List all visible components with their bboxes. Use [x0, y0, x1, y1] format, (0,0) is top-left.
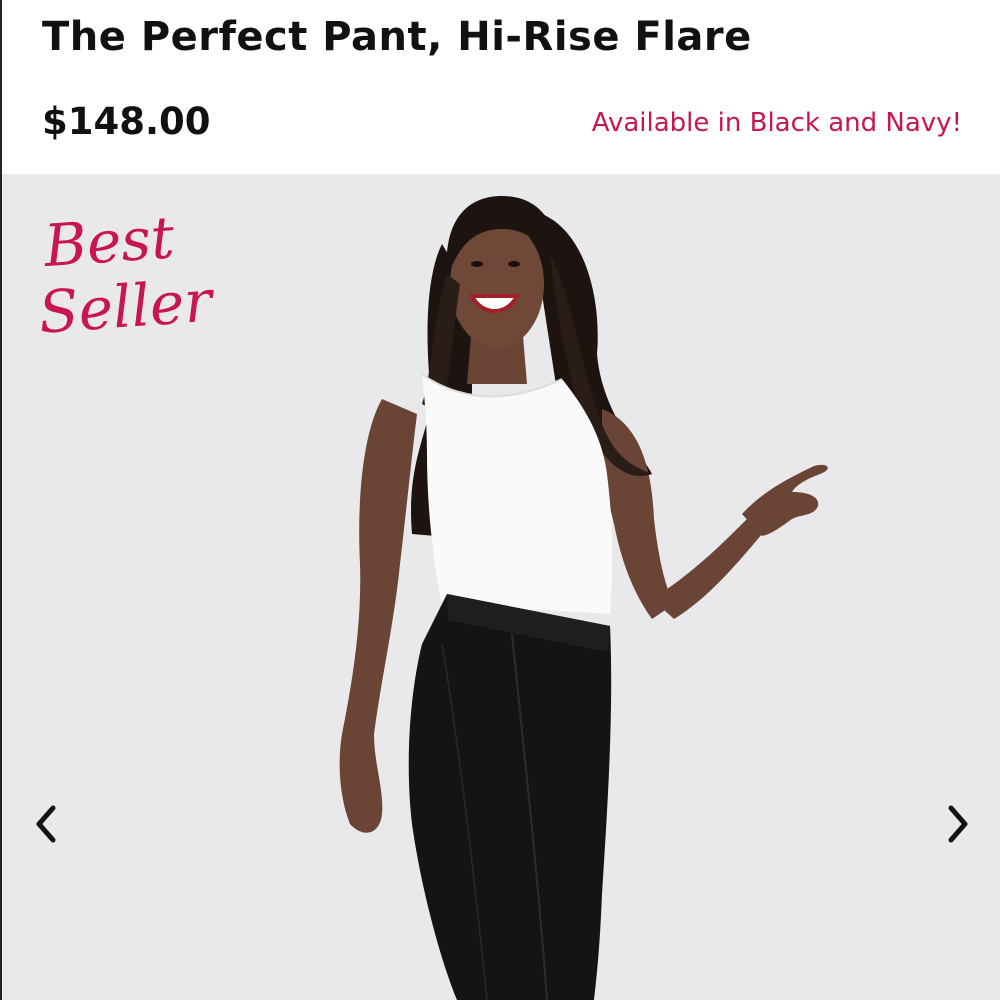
product-image-gallery[interactable]: Best Seller: [2, 174, 1000, 1000]
product-page: The Perfect Pant, Hi-Rise Flare $148.00 …: [0, 0, 1000, 1000]
next-image-button[interactable]: [938, 794, 978, 854]
best-seller-badge: Best Seller: [32, 202, 215, 347]
previous-image-button[interactable]: [26, 794, 66, 854]
chevron-left-icon: [36, 805, 56, 843]
product-price: $148.00: [42, 100, 211, 143]
availability-note: Available in Black and Navy!: [591, 108, 962, 138]
product-header: The Perfect Pant, Hi-Rise Flare $148.00 …: [2, 0, 1000, 174]
chevron-right-icon: [948, 805, 968, 843]
best-seller-badge-line2: Seller: [36, 266, 215, 347]
product-title: The Perfect Pant, Hi-Rise Flare: [42, 14, 752, 60]
